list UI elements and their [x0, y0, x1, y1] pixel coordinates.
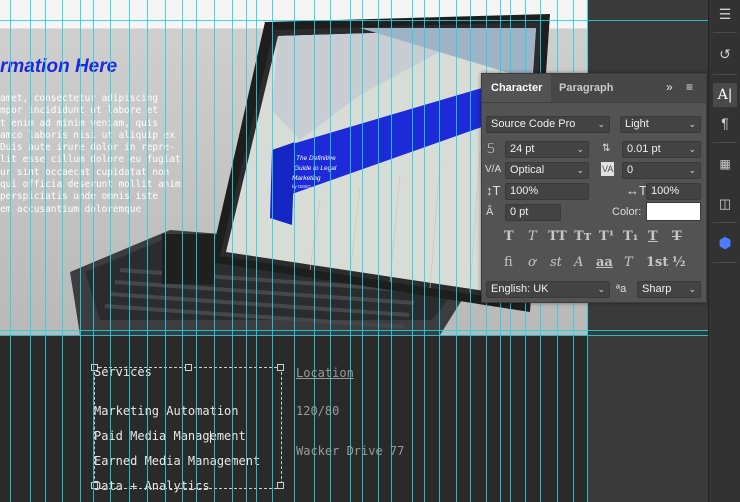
panel-tabs: Character Paragraph » ≡ — [482, 74, 706, 103]
location-heading[interactable]: Location — [296, 366, 354, 380]
chevron-down-icon: ⌄ — [688, 284, 696, 294]
selection-handle[interactable] — [277, 364, 284, 371]
antialias-icon: ªa — [616, 283, 627, 295]
font-size-field[interactable]: 24 pt ⌄ — [505, 141, 589, 158]
horizontal-scale-icon: ↔T — [626, 183, 647, 198]
chevron-down-icon: ⌄ — [597, 284, 605, 294]
baseline-shift-value: 0 pt — [510, 206, 529, 218]
selection-handle[interactable] — [91, 364, 98, 371]
selection-handle[interactable] — [185, 364, 192, 371]
toolbar-divider — [713, 32, 737, 33]
all-caps-button[interactable]: TT — [548, 229, 567, 244]
swash-button[interactable]: A — [574, 255, 583, 270]
toolbar-divider — [713, 142, 737, 143]
chevron-down-icon: ⌄ — [688, 119, 696, 129]
history-icon[interactable]: ↺ — [713, 42, 737, 66]
character-icon[interactable]: A| — [713, 83, 737, 107]
glyphs-icon[interactable]: ▦ — [713, 152, 737, 176]
location-line[interactable]: Wacker Drive 77 — [296, 444, 404, 458]
discretionary-ligatures-button[interactable]: st — [550, 255, 562, 270]
placeholder-rectangle[interactable] — [162, 234, 214, 284]
language-value: English: UK — [491, 283, 549, 295]
booklet-title-3: Marketing — [292, 175, 321, 182]
leading-icon: ⇅ — [602, 143, 611, 154]
booklet-subtitle: by DEBO — [292, 184, 311, 189]
subscript-button[interactable]: T₁ — [623, 229, 638, 244]
kerning-select[interactable]: Optical ⌄ — [505, 162, 589, 179]
location-line[interactable]: 120/80 — [296, 404, 339, 418]
panel-menu-icon[interactable]: ≡ — [686, 80, 693, 94]
underline-button[interactable]: T — [648, 229, 658, 244]
collapse-panel-icon[interactable]: » — [666, 80, 673, 94]
vertical-scale-icon: ↕T — [486, 183, 501, 198]
toolbar-divider — [713, 222, 737, 223]
baseline-shift-icon: Â — [486, 206, 494, 218]
chevron-down-icon: ⌄ — [576, 165, 584, 175]
vertical-scale-field[interactable]: 100% — [505, 183, 589, 200]
selection-handle[interactable] — [91, 482, 98, 489]
font-size-icon: 𝟻 — [486, 140, 496, 157]
font-size-value: 24 pt — [510, 143, 535, 155]
small-caps-button[interactable]: Tт — [574, 229, 592, 244]
toolbar-divider — [713, 74, 737, 75]
language-select[interactable]: English: UK ⌄ — [486, 281, 610, 298]
chevron-down-icon: ⌄ — [688, 165, 696, 175]
toolbar-divider — [713, 262, 737, 263]
old-style-button[interactable]: ơ — [528, 255, 536, 270]
font-style-value: Light — [625, 118, 649, 130]
tab-character[interactable]: Character — [482, 74, 552, 102]
antialias-value: Sharp — [642, 283, 672, 295]
text-selection-box[interactable] — [94, 367, 282, 489]
adjustments-icon[interactable]: ☰ — [713, 2, 737, 26]
booklet-title-1: The Definitive — [296, 155, 336, 162]
color-label: Color: — [612, 206, 642, 218]
faux-bold-button[interactable]: T — [504, 229, 514, 244]
chevron-down-icon: ⌄ — [576, 144, 584, 154]
superscript-button[interactable]: T¹ — [599, 229, 614, 244]
font-family-select[interactable]: Source Code Pro ⌄ — [486, 116, 610, 133]
selection-handle[interactable] — [277, 482, 284, 489]
titling-alternates-button[interactable]: T — [624, 255, 633, 270]
baseline-shift-field[interactable]: 0 pt — [505, 204, 561, 221]
tracking-icon: VA — [601, 162, 615, 176]
tracking-value: 0 — [627, 164, 634, 176]
footer-section — [0, 335, 588, 502]
color-swatch[interactable] — [646, 202, 701, 221]
tracking-field[interactable]: 0 ⌄ — [622, 162, 701, 179]
leading-field[interactable]: 0.01 pt ⌄ — [622, 141, 701, 158]
faux-italic-button[interactable]: T — [528, 229, 537, 244]
horizontal-scale-field[interactable]: 100% — [646, 183, 701, 200]
horizontal-scale-value: 100% — [651, 185, 680, 197]
panel-dock-toolbar: ☰ ↺ A| ¶ ▦ ◫ ⬢ — [708, 0, 740, 502]
plugin-icon[interactable]: ⬢ — [713, 232, 737, 256]
antialias-select[interactable]: Sharp ⌄ — [637, 281, 701, 298]
ordinals-button[interactable]: 1st — [646, 255, 668, 270]
chevron-down-icon: ⌄ — [688, 144, 696, 154]
paragraph-icon[interactable]: ¶ — [713, 111, 737, 135]
leading-value: 0.01 pt — [627, 143, 661, 155]
kerning-value: Optical — [510, 164, 545, 176]
ligatures-button[interactable]: fi — [504, 255, 513, 270]
chevron-down-icon: ⌄ — [597, 119, 605, 129]
font-style-select[interactable]: Light ⌄ — [620, 116, 701, 133]
kerning-icon: V/A — [485, 164, 502, 175]
libraries-icon[interactable]: ◫ — [713, 192, 737, 216]
vertical-scale-value: 100% — [510, 185, 539, 197]
fractions-button[interactable]: ½ — [672, 255, 686, 270]
stylistic-alternates-button[interactable]: aa — [596, 255, 613, 270]
font-family-value: Source Code Pro — [491, 118, 576, 130]
text-cursor — [210, 431, 211, 443]
character-panel[interactable]: Character Paragraph » ≡ Source Code Pro ⌄… — [481, 73, 707, 303]
tab-paragraph[interactable]: Paragraph — [550, 74, 622, 102]
strikethrough-button[interactable]: T — [672, 229, 682, 244]
booklet-title-2: Guide to Legal — [294, 165, 337, 172]
